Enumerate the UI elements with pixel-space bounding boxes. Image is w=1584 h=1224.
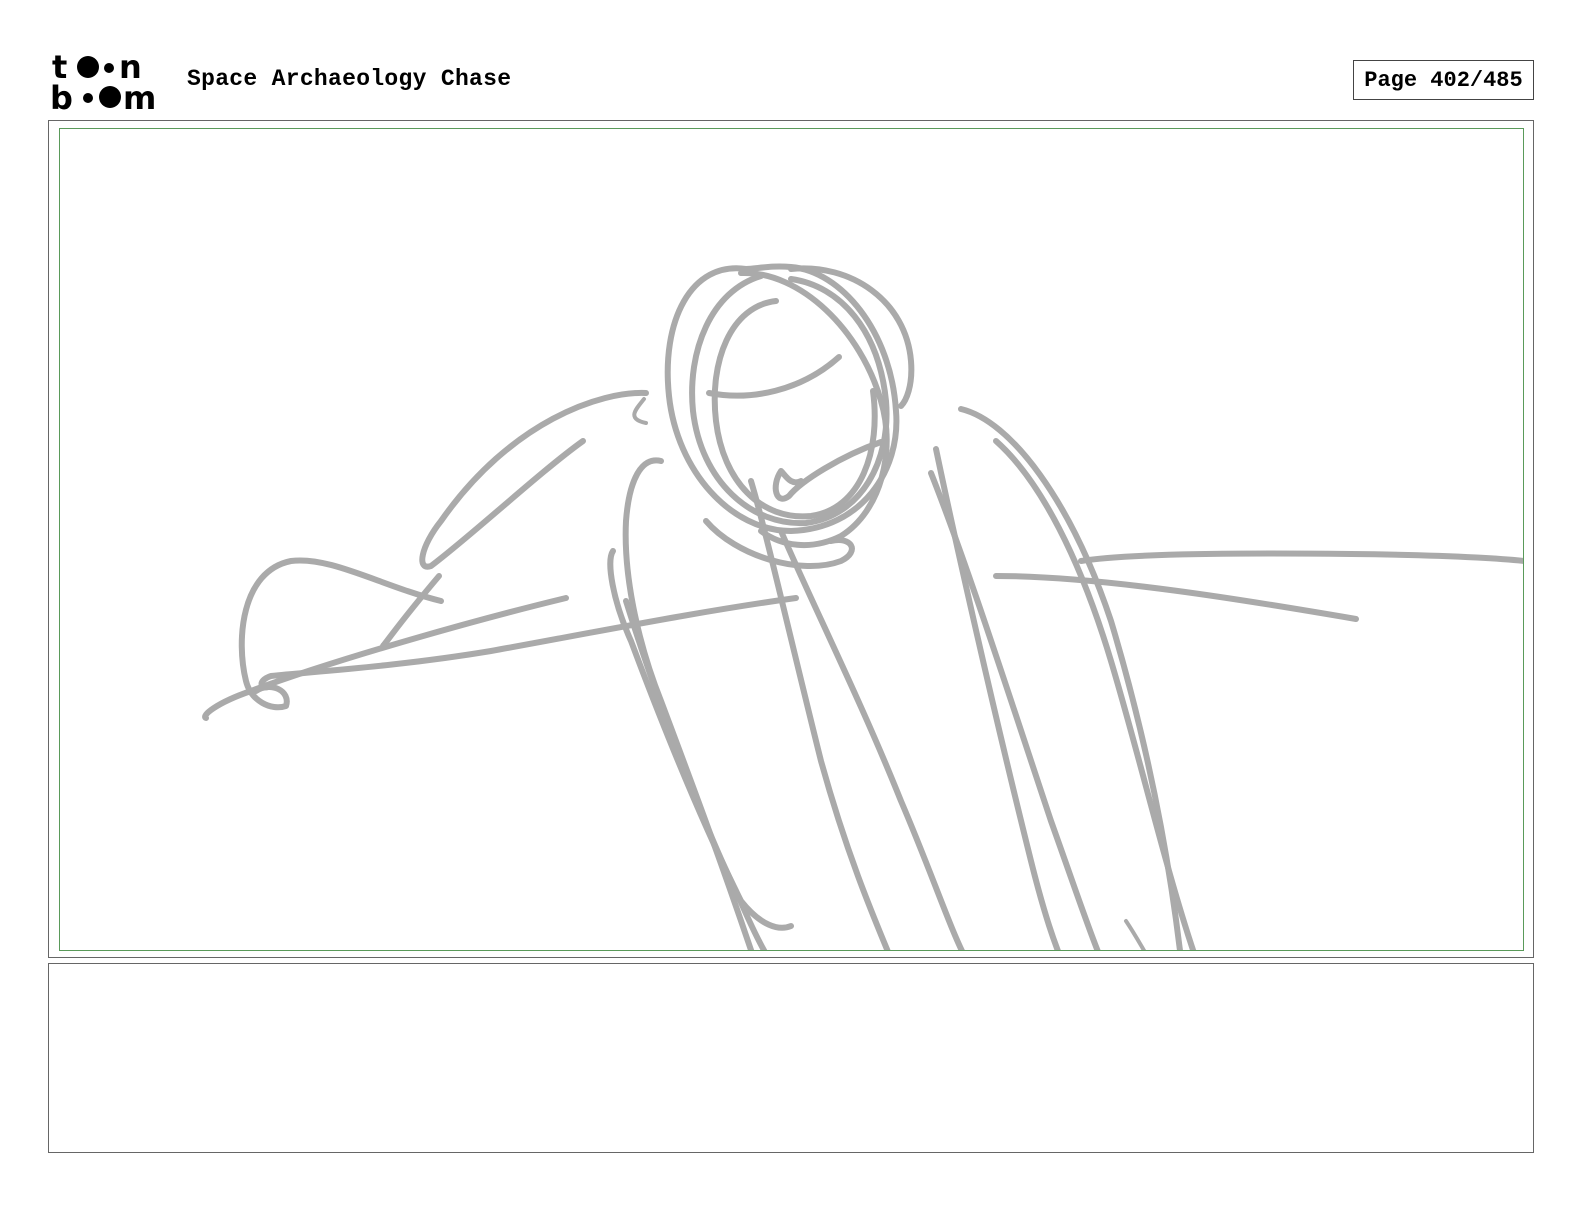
sketch-torso-center-2 — [778, 528, 965, 950]
sketch-torso-center-1 — [748, 478, 891, 950]
sketch-right-shoulder-2 — [993, 438, 1197, 950]
project-title: Space Archaeology Chase — [187, 66, 512, 92]
caption-box[interactable] — [48, 963, 1534, 1153]
sketch-torso-left-2 — [607, 548, 794, 931]
svg-text:b: b — [50, 79, 73, 112]
sketch-torso-center-3 — [933, 446, 1061, 950]
panel-image-area — [59, 128, 1524, 951]
storyboard-sketch — [202, 263, 1523, 950]
sketch-horizon-2 — [993, 573, 1359, 622]
sketch-rod — [258, 595, 799, 691]
toon-boom-logo: t n b m — [50, 48, 166, 117]
sketch-torso-left-1 — [622, 457, 755, 950]
page-indicator: Page 402/485 — [1353, 60, 1534, 100]
sketch-arm-hook — [632, 397, 648, 425]
sketch-torso-center-4 — [928, 470, 1101, 950]
svg-text:m: m — [123, 79, 156, 112]
sketch-arm-upper — [419, 389, 649, 570]
sketch-horizon-1 — [1078, 550, 1523, 564]
sketch-right-stroke-small — [1124, 919, 1147, 950]
sketch-brow — [706, 354, 842, 399]
